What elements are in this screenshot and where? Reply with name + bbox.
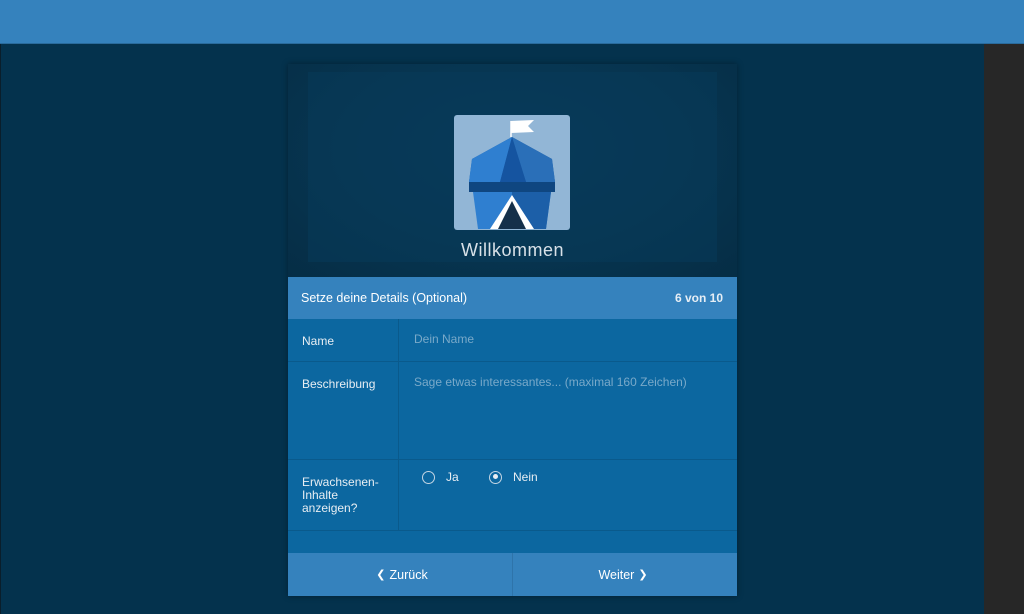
hero-banner: Willkommen (288, 64, 737, 277)
description-label: Beschreibung (288, 362, 399, 459)
back-button-label: Zurück (389, 567, 428, 582)
details-title: Setze deine Details (Optional) (301, 291, 468, 305)
chevron-left-icon: ❮ (376, 569, 386, 581)
next-button[interactable]: Weiter ❯ (513, 553, 737, 596)
radio-option-no[interactable]: Nein (489, 470, 538, 484)
openbazaar-logo-icon (454, 115, 570, 230)
description-field-cell (400, 362, 737, 459)
top-bar (0, 0, 1024, 44)
radio-yes-circle[interactable] (422, 470, 435, 484)
details-form: Name Beschreibung Erwachsenen-Inhalte an… (288, 319, 737, 553)
name-row: Name (288, 319, 737, 362)
dialog-footer: ❮ Zurück Weiter ❯ (288, 553, 737, 596)
left-edge (0, 44, 1, 614)
adult-content-label: Erwachsenen-Inhalte anzeigen? (288, 460, 399, 530)
radio-no-label: Nein (513, 470, 538, 484)
back-button[interactable]: ❮ Zurück (288, 553, 513, 596)
adult-content-row: Erwachsenen-Inhalte anzeigen? Ja Nein (288, 460, 737, 531)
step-counter: 6 von 10 (674, 291, 723, 305)
name-label: Name (288, 319, 399, 361)
welcome-title: Willkommen (460, 240, 564, 260)
radio-no-circle[interactable] (489, 470, 502, 484)
adult-content-options: Ja Nein (400, 460, 737, 530)
chevron-right-icon: ❯ (638, 569, 648, 581)
description-textarea[interactable] (414, 375, 724, 445)
next-button-label: Weiter (598, 567, 635, 582)
onboarding-dialog: Willkommen Setze deine Details (Optional… (288, 64, 737, 596)
details-header: Setze deine Details (Optional) 6 von 10 (288, 277, 737, 319)
radio-option-yes[interactable]: Ja (422, 470, 459, 484)
name-field-cell (400, 319, 737, 361)
description-row: Beschreibung (288, 362, 737, 460)
name-input[interactable] (414, 332, 714, 346)
radio-yes-label: Ja (446, 470, 459, 484)
right-scroll-area (984, 44, 1024, 614)
